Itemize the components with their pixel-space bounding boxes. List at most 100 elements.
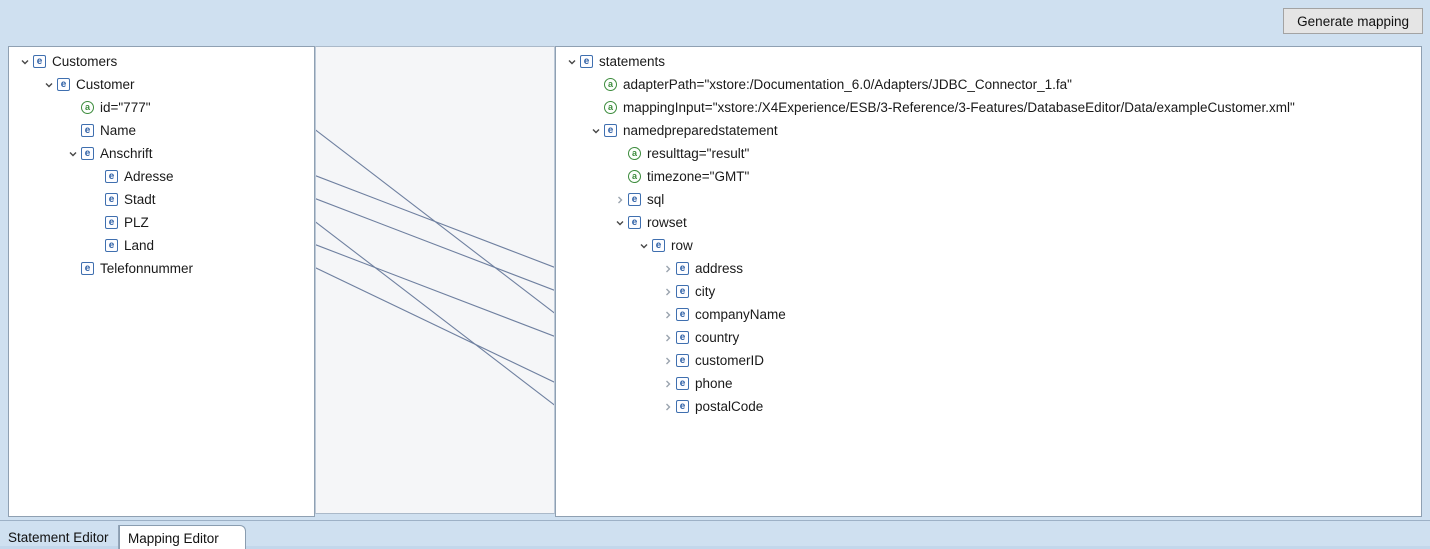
tree-row[interactable]: eAdresse: [9, 165, 314, 188]
chevron-down-icon[interactable]: [636, 238, 652, 254]
editor-tab-strip: Statement Editor Mapping Editor: [0, 520, 1430, 549]
tree-node-label: address: [695, 261, 747, 276]
chevron-right-icon[interactable]: [660, 353, 676, 369]
mapping-lines-layer: [316, 47, 554, 513]
chevron-placeholder: [89, 169, 105, 185]
element-icon: e: [676, 308, 689, 321]
tree-row[interactable]: e Customers: [9, 50, 314, 73]
element-icon: e: [57, 78, 70, 91]
tree-row[interactable]: eAnschrift: [9, 142, 314, 165]
tree-node-label: id="777": [100, 100, 155, 115]
tab-mapping-editor[interactable]: Mapping Editor: [119, 525, 246, 549]
chevron-placeholder: [65, 100, 81, 116]
chevron-right-icon[interactable]: [612, 192, 628, 208]
chevron-placeholder: [588, 100, 604, 116]
element-icon: e: [676, 400, 689, 413]
tree-node-label: row: [671, 238, 697, 253]
element-icon: e: [105, 239, 118, 252]
chevron-down-icon[interactable]: [564, 54, 580, 70]
chevron-placeholder: [588, 77, 604, 93]
element-icon: e: [652, 239, 665, 252]
tree-row[interactable]: e Telefonnummer: [9, 257, 314, 280]
tree-row[interactable]: e postalCode: [556, 395, 1421, 418]
tree-row[interactable]: ecountry: [556, 326, 1421, 349]
tree-node-label: sql: [647, 192, 668, 207]
generate-mapping-button[interactable]: Generate mapping: [1283, 8, 1423, 34]
chevron-down-icon[interactable]: [588, 123, 604, 139]
tree-node-label: adapterPath="xstore:/Documentation_6.0/A…: [623, 77, 1076, 92]
element-icon: e: [676, 331, 689, 344]
tree-node-label: statements: [599, 54, 669, 69]
element-icon: e: [105, 193, 118, 206]
element-icon: e: [676, 354, 689, 367]
mapping-canvas: [315, 46, 555, 514]
element-icon: e: [580, 55, 593, 68]
attribute-icon: a: [628, 170, 641, 183]
mapping-line-Adresse-to-address[interactable]: [316, 176, 554, 268]
tree-row[interactable]: ephone: [556, 372, 1421, 395]
tree-node-label: rowset: [647, 215, 691, 230]
chevron-down-icon[interactable]: [17, 54, 33, 70]
tab-label: Statement Editor: [8, 530, 109, 545]
tree-row[interactable]: enamedpreparedstatement: [556, 119, 1421, 142]
tree-row[interactable]: a adapterPath="xstore:/Documentation_6.0/…: [556, 73, 1421, 96]
tree-node-label: mappingInput="xstore:/X4Experience/ESB/3…: [623, 100, 1299, 115]
tree-node-label: customerID: [695, 353, 768, 368]
tree-row[interactable]: a timezone="GMT": [556, 165, 1421, 188]
element-icon: e: [33, 55, 46, 68]
tree-row[interactable]: e PLZ: [9, 211, 314, 234]
tree-node-label: Telefonnummer: [100, 261, 197, 276]
tree-row[interactable]: e customerID: [556, 349, 1421, 372]
chevron-right-icon[interactable]: [660, 399, 676, 415]
mapping-line-Land-to-country[interactable]: [316, 245, 554, 337]
attribute-icon: a: [628, 147, 641, 160]
tab-label: Mapping Editor: [128, 531, 219, 546]
tree-row[interactable]: ecompanyName: [556, 303, 1421, 326]
chevron-right-icon[interactable]: [660, 330, 676, 346]
source-tree-panel: eCustomerseCustomeraid="777"eNameeAnschr…: [8, 46, 315, 517]
tree-row[interactable]: ecity: [556, 280, 1421, 303]
mapping-line-Stadt-to-city[interactable]: [316, 199, 554, 291]
attribute-icon: a: [604, 101, 617, 114]
element-icon: e: [81, 262, 94, 275]
tab-statement-editor[interactable]: Statement Editor: [0, 525, 119, 549]
attribute-icon: a: [604, 78, 617, 91]
mapping-editor-screen: Generate mapping eCustomerseCustomeraid=…: [0, 0, 1430, 549]
tree-node-label: postalCode: [695, 399, 767, 414]
tree-node-label: Customer: [76, 77, 139, 92]
chevron-placeholder: [65, 123, 81, 139]
tree-node-label: Customers: [52, 54, 121, 69]
tree-row[interactable]: eName: [9, 119, 314, 142]
chevron-placeholder: [89, 238, 105, 254]
tree-row[interactable]: erowset: [556, 211, 1421, 234]
tree-node-label: PLZ: [124, 215, 153, 230]
tree-row[interactable]: a resulttag="result": [556, 142, 1421, 165]
tree-node-label: Stadt: [124, 192, 160, 207]
chevron-right-icon[interactable]: [660, 261, 676, 277]
tree-row[interactable]: e statements: [556, 50, 1421, 73]
tree-node-label: city: [695, 284, 719, 299]
tree-row[interactable]: esql: [556, 188, 1421, 211]
element-icon: e: [628, 193, 641, 206]
tree-row[interactable]: a mappingInput="xstore:/X4Experience/ESB/…: [556, 96, 1421, 119]
chevron-placeholder: [612, 146, 628, 162]
tree-node-label: timezone="GMT": [647, 169, 753, 184]
chevron-down-icon[interactable]: [65, 146, 81, 162]
chevron-down-icon[interactable]: [612, 215, 628, 231]
chevron-right-icon[interactable]: [660, 284, 676, 300]
tree-row[interactable]: e Stadt: [9, 188, 314, 211]
tree-row[interactable]: e Customer: [9, 73, 314, 96]
toolbar: Generate mapping: [0, 0, 1430, 46]
chevron-down-icon[interactable]: [41, 77, 57, 93]
tree-row[interactable]: eLand: [9, 234, 314, 257]
chevron-right-icon[interactable]: [660, 376, 676, 392]
element-icon: e: [105, 216, 118, 229]
tree-row[interactable]: eaddress: [556, 257, 1421, 280]
mapping-line-PLZ-to-postalCode[interactable]: [316, 222, 554, 406]
chevron-right-icon[interactable]: [660, 307, 676, 323]
tree-node-label: resulttag="result": [647, 146, 753, 161]
tree-node-label: Anschrift: [100, 146, 157, 161]
element-icon: e: [676, 377, 689, 390]
tree-row[interactable]: aid="777": [9, 96, 314, 119]
tree-row[interactable]: erow: [556, 234, 1421, 257]
